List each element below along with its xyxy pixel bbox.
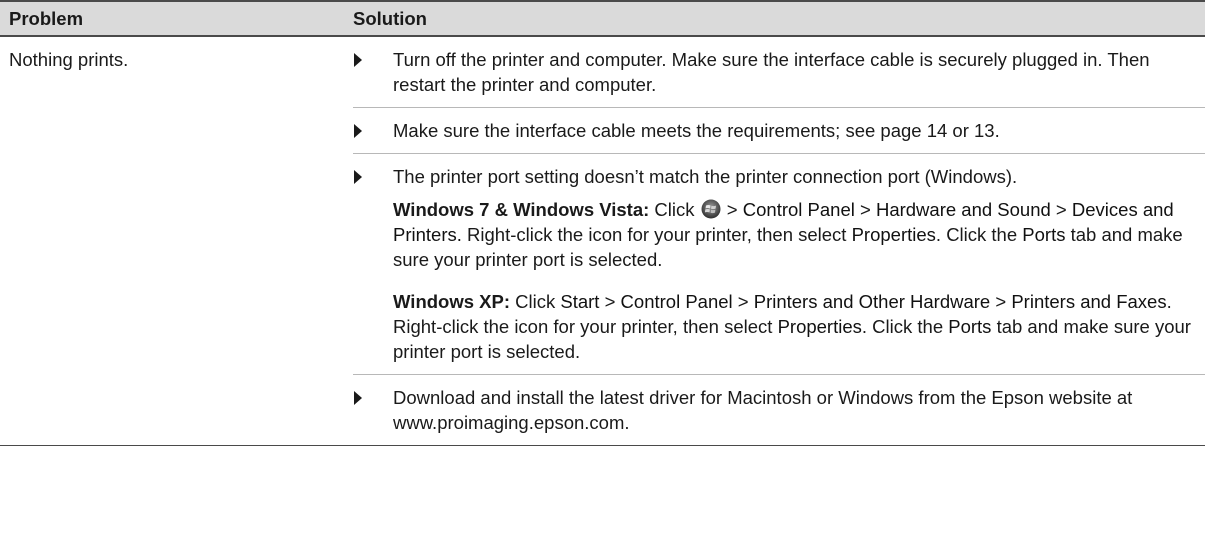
header-solution: Solution xyxy=(353,8,427,29)
text-run: Right-click the icon for your printer, t… xyxy=(461,224,852,245)
problem-cell: Nothing prints. xyxy=(9,49,129,70)
table-header: Problem Solution xyxy=(0,0,1205,37)
text-run: . Click the xyxy=(861,316,949,337)
menu-control-panel: Control Panel xyxy=(620,291,733,312)
solution-item-3: The printer port setting doesn’t match t… xyxy=(348,154,1205,374)
text-run: > xyxy=(1050,199,1072,220)
text-run: > xyxy=(599,291,621,312)
windowsxp-instructions: Windows XP: Click Start > Control Panel … xyxy=(393,289,1193,364)
solution-item-1: Turn off the printer and computer. Make … xyxy=(348,37,1205,107)
text-run: > xyxy=(990,291,1012,312)
solution-item-4-text: Download and install the latest driver f… xyxy=(393,387,1133,433)
menu-printers-and-faxes: Printers and Faxes xyxy=(1011,291,1167,312)
windows-start-orb-icon xyxy=(701,199,721,219)
menu-properties: Properties xyxy=(777,316,862,337)
menu-control-panel: Control Panel xyxy=(742,199,855,220)
text-run: > xyxy=(721,199,743,220)
menu-start: Start xyxy=(560,291,600,312)
solution-item-1-text: Turn off the printer and computer. Make … xyxy=(393,49,1150,95)
menu-printers-and-other-hardware: Printers and Other Hardware xyxy=(753,291,991,312)
triangle-bullet-icon xyxy=(354,124,362,138)
triangle-bullet-icon xyxy=(354,53,362,67)
windows7-instructions: Windows 7 & Windows Vista: Click > Contr… xyxy=(393,197,1193,272)
windowsxp-label: Windows XP: xyxy=(393,291,510,312)
text-run: > xyxy=(854,199,876,220)
text-run: . Click the xyxy=(935,224,1023,245)
menu-ports-tab: Ports xyxy=(948,316,992,337)
header-problem: Problem xyxy=(9,8,84,29)
text-run: Click xyxy=(510,291,561,312)
text-run: Click xyxy=(649,199,700,220)
solution-item-4: Download and install the latest driver f… xyxy=(348,375,1205,435)
triangle-bullet-icon xyxy=(354,170,362,184)
solution-cell: Turn off the printer and computer. Make … xyxy=(348,37,1205,435)
menu-hardware-and-sound: Hardware and Sound xyxy=(875,199,1051,220)
menu-properties: Properties xyxy=(851,224,936,245)
solution-item-2-text: Make sure the interface cable meets the … xyxy=(393,120,1000,141)
menu-ports-tab: Ports xyxy=(1022,224,1066,245)
solution-item-3-lead: The printer port setting doesn’t match t… xyxy=(393,166,1018,187)
table-row: Nothing prints. Turn off the printer and… xyxy=(0,37,1205,446)
triangle-bullet-icon xyxy=(354,391,362,405)
windows7-label: Windows 7 & Windows Vista: xyxy=(393,199,650,220)
solution-item-2: Make sure the interface cable meets the … xyxy=(348,108,1205,153)
text-run: > xyxy=(732,291,754,312)
troubleshooting-table: Problem Solution Nothing prints. Turn of… xyxy=(0,0,1205,446)
